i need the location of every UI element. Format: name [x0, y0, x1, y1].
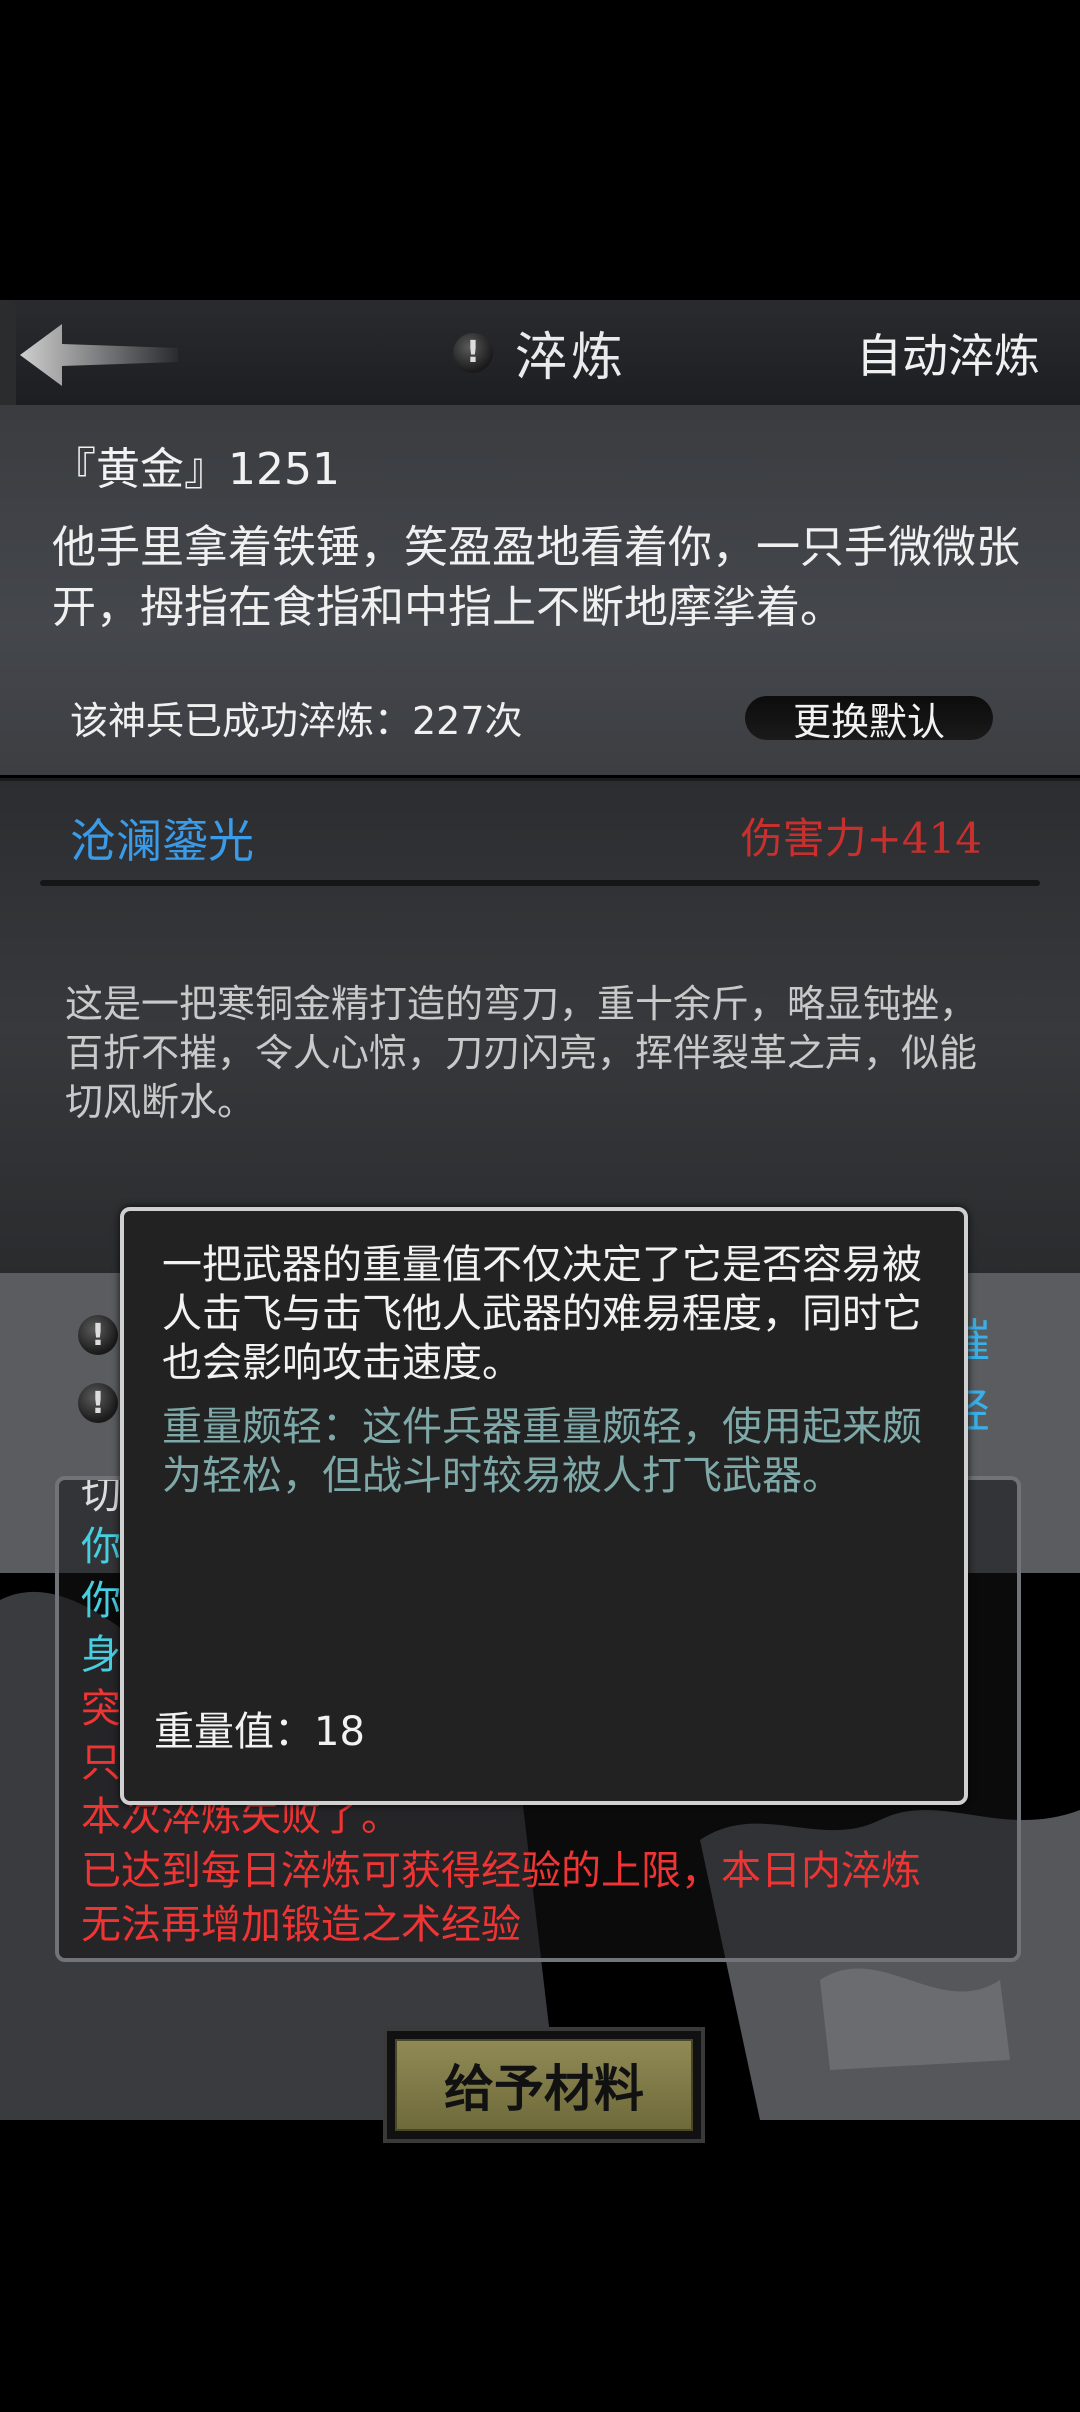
attribute-info-icon[interactable]: !	[78, 1383, 118, 1423]
log-line: 你	[81, 1524, 121, 1570]
log-line: 身	[81, 1632, 121, 1678]
give-material-label: 给予材料	[395, 2039, 693, 2131]
give-material-button[interactable]: 给予材料	[383, 2027, 705, 2143]
item-name: 『黄金』1251	[52, 444, 340, 495]
auto-refine-button[interactable]: 自动淬炼	[856, 300, 1040, 405]
log-line: 突	[81, 1686, 121, 1732]
item-description: 他手里拿着铁锤，笑盈盈地看着你，一只手微微张开，拇指在食指和中指上不断地摩挲着。	[52, 522, 1020, 633]
tooltip-text: 一把武器的重量值不仅决定了它是否容易被人击飞与击飞他人武器的难易程度，同时它也会…	[162, 1242, 922, 1386]
log-line: 你	[81, 1578, 121, 1624]
attribute-info-icon[interactable]: !	[78, 1315, 118, 1355]
weight-value: 重量值：18	[154, 1709, 365, 1755]
log-line: 无法再增加锻造之术经验	[81, 1902, 521, 1948]
weapon-name[interactable]: 沧澜鎏光	[70, 805, 254, 871]
set-default-button[interactable]: 更换默认	[745, 696, 993, 744]
tooltip-effect: 重量颇轻：这件兵器重量颇轻，使用起来颇为轻松，但战斗时较易被人打飞武器。	[162, 1404, 922, 1499]
weapon-description: 这是一把寒铜金精打造的弯刀，重十余斤，略显钝挫，百折不摧，令人心惊，刀刃闪亮，挥…	[65, 982, 978, 1124]
info-icon[interactable]: !	[452, 332, 493, 373]
refine-count: 该神兵已成功淬炼：227次	[70, 699, 523, 743]
weapon-damage-stat: 伤害力+414	[740, 814, 982, 863]
log-line: 已达到每日淬炼可获得经验的上限，本日内淬炼	[81, 1848, 921, 1894]
weight-tooltip: 一把武器的重量值不仅决定了它是否容易被人击飞与击飞他人武器的难易程度，同时它也会…	[120, 1207, 968, 1805]
log-line: 只	[81, 1740, 121, 1786]
log-line: 切	[81, 1476, 121, 1518]
divider	[40, 880, 1040, 886]
page-title: 淬炼	[514, 328, 627, 388]
